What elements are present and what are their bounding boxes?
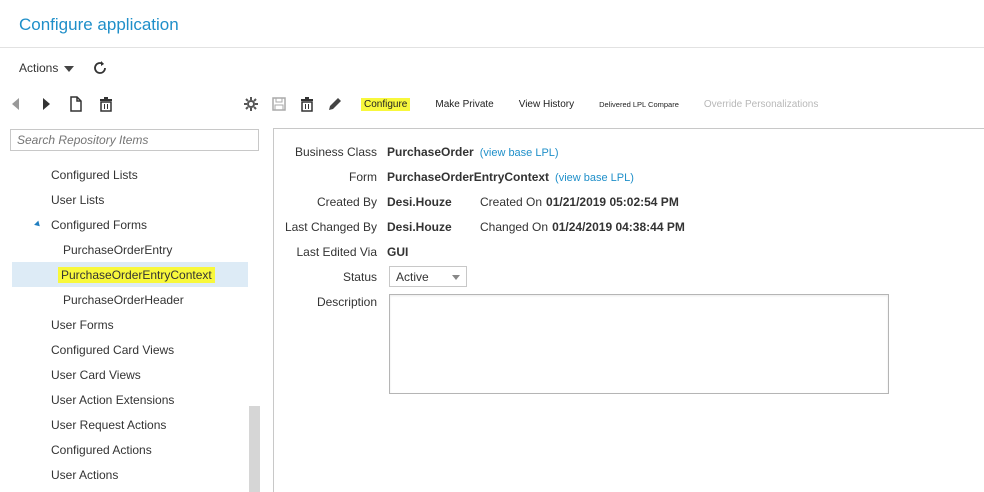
new-document-icon[interactable]: [68, 96, 84, 112]
tree-item-user-request-actions[interactable]: User Request Actions: [51, 414, 166, 436]
tree-item-user-action-extensions[interactable]: User Action Extensions: [51, 389, 174, 411]
created-by-label: Created By: [316, 195, 377, 209]
view-history-button[interactable]: View History: [519, 99, 574, 110]
created-by-value: Desi.Houze: [387, 195, 452, 209]
form-view-base-lpl-link[interactable]: (view base LPL): [555, 172, 634, 184]
save-icon[interactable]: [271, 96, 287, 112]
tree-item-purchase-order-header[interactable]: PurchaseOrderHeader: [63, 289, 184, 311]
repository-toolbar: [8, 96, 114, 112]
status-value: Active: [396, 270, 429, 284]
make-private-button[interactable]: Make Private: [435, 99, 493, 110]
changed-on-label: Changed On: [480, 220, 549, 234]
tree-item-purchase-order-entry-context[interactable]: PurchaseOrderEntryContext: [58, 264, 215, 286]
tree-item-purchase-order-entry[interactable]: PurchaseOrderEntry: [63, 239, 172, 261]
created-on-value: 01/21/2019 05:02:54 PM: [546, 195, 679, 209]
actions-menu-button[interactable]: Actions: [19, 61, 58, 75]
tree-item-user-actions[interactable]: User Actions: [51, 464, 118, 486]
repository-search-input[interactable]: [10, 129, 259, 151]
selected-item-label: PurchaseOrderEntryContext: [58, 267, 215, 283]
configure-button[interactable]: Configure: [361, 97, 411, 111]
tree-item-configured-forms[interactable]: Configured Forms: [51, 214, 147, 236]
created-on-field: Created On 01/21/2019 05:02:54 PM: [480, 195, 679, 209]
configure-label: Configure: [361, 97, 411, 111]
description-textarea[interactable]: [389, 294, 889, 394]
tree-item-user-lists[interactable]: User Lists: [51, 189, 104, 211]
form-label: Form: [349, 170, 377, 184]
delete-icon[interactable]: [299, 96, 315, 112]
forward-icon[interactable]: [38, 96, 54, 112]
status-label: Status: [342, 270, 377, 284]
last-changed-by-label: Last Changed By: [284, 220, 377, 234]
form-text: PurchaseOrderEntryContext: [387, 170, 550, 184]
tree-item-configured-actions[interactable]: Configured Actions: [51, 439, 152, 461]
edit-pencil-icon[interactable]: [327, 96, 343, 112]
tree-item-user-forms[interactable]: User Forms: [51, 314, 114, 336]
changed-on-value: 01/24/2019 04:38:44 PM: [552, 220, 685, 234]
last-edited-via-label: Last Edited Via: [296, 245, 377, 259]
trash-icon[interactable]: [98, 96, 114, 112]
business-class-text: PurchaseOrder: [387, 145, 474, 159]
description-label: Description: [316, 295, 377, 309]
chevron-down-icon: [452, 275, 460, 280]
tree-item-user-card-views[interactable]: User Card Views: [51, 364, 141, 386]
title-divider: [0, 47, 984, 48]
back-icon[interactable]: [8, 96, 24, 112]
actions-bar: Actions: [19, 60, 108, 76]
last-changed-by-value: Desi.Houze: [387, 220, 452, 234]
override-personalizations-button[interactable]: Override Personalizations: [704, 99, 819, 110]
tree-item-configured-card-views[interactable]: Configured Card Views: [51, 339, 174, 361]
status-select[interactable]: Active: [389, 266, 467, 287]
detail-toolbar: Configure Make Private View History Deli…: [243, 96, 843, 112]
changed-on-field: Changed On 01/24/2019 04:38:44 PM: [480, 220, 685, 234]
business-class-label: Business Class: [294, 145, 377, 159]
page-title: Configure application: [19, 15, 179, 34]
tree-item-configured-lists[interactable]: Configured Lists: [51, 164, 138, 186]
tree-scrollbar[interactable]: [249, 406, 260, 492]
chevron-down-icon[interactable]: [64, 65, 75, 72]
business-class-value: PurchaseOrder (view base LPL): [387, 145, 559, 159]
form-value: PurchaseOrderEntryContext (view base LPL): [387, 170, 634, 184]
refresh-icon[interactable]: [92, 60, 108, 76]
settings-gear-icon[interactable]: [243, 96, 259, 112]
expand-arrow-icon[interactable]: [34, 220, 42, 229]
view-base-lpl-link[interactable]: (view base LPL): [480, 147, 559, 159]
last-edited-via-value: GUI: [387, 245, 409, 259]
delivered-lpl-compare-button[interactable]: Delivered LPL Compare: [599, 100, 679, 109]
created-on-label: Created On: [480, 195, 543, 209]
